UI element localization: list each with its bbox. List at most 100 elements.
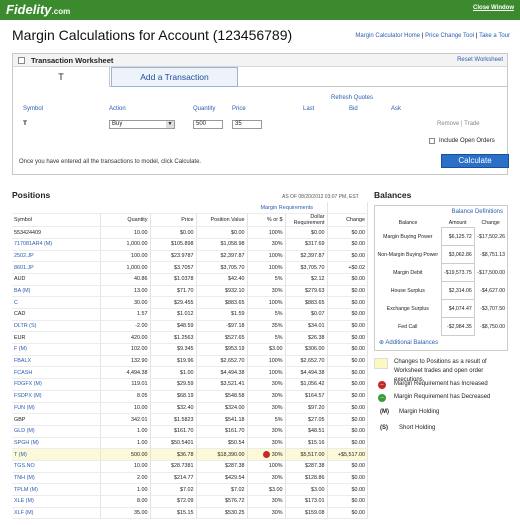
positions-title: Positions bbox=[12, 190, 51, 200]
position-pct: 30% bbox=[247, 238, 286, 251]
reset-worksheet-link[interactable]: Reset Worksheet bbox=[457, 57, 503, 63]
close-window-link[interactable]: Close Window bbox=[473, 5, 514, 11]
position-price: $28.7381 bbox=[150, 460, 197, 473]
table-row: 2502.JP 100.00 $23.9787 $2,397.87 100% $2,397… bbox=[12, 250, 368, 263]
position-value: $548.58 bbox=[196, 390, 248, 403]
position-quantity: 13.00 bbox=[100, 285, 151, 298]
trade-link[interactable]: Trade bbox=[464, 121, 479, 127]
balance-amount: -$19,573.75 bbox=[440, 263, 475, 282]
table-row: TNH (M) 2.00 $214.77 $429.54 30% $128.86 $0.00 bbox=[12, 472, 368, 485]
position-change: $0.00 bbox=[327, 331, 368, 345]
include-open-orders-checkbox[interactable] bbox=[429, 138, 435, 144]
calculate-button[interactable]: Calculate bbox=[441, 154, 509, 168]
position-price: $214.77 bbox=[150, 472, 197, 485]
balance-definitions-link[interactable]: Balance Definitions bbox=[452, 209, 503, 215]
balance-label: Non-Margin Buying Power bbox=[377, 251, 439, 258]
balance-row: Margin Buying Power $6,125.72 -$17,502.26 bbox=[375, 227, 507, 246]
position-change: $0.00 bbox=[327, 472, 368, 485]
quantity-input[interactable]: 500 bbox=[193, 120, 223, 129]
position-dollar-req: $26.38 bbox=[285, 331, 328, 345]
col-symbol: Symbol bbox=[23, 106, 44, 112]
margin-key: (M) bbox=[380, 409, 389, 415]
expand-icon[interactable]: ⊕ bbox=[379, 340, 384, 346]
position-symbol: GBP bbox=[12, 413, 101, 426]
position-quantity: 40.86 bbox=[100, 273, 151, 286]
position-pct: 5% bbox=[247, 308, 286, 321]
col-quantity: Quantity bbox=[193, 106, 216, 112]
table-row: TGS.NO 10.00 $28.7381 $287.38 100% $287.38 $0.… bbox=[12, 460, 368, 473]
position-symbol[interactable]: 717081AR4 (M) bbox=[12, 238, 101, 251]
position-quantity: 132.90 bbox=[100, 355, 151, 368]
col-dollar-req: Dollar Requirement bbox=[285, 213, 328, 228]
position-value: $0.00 bbox=[196, 226, 248, 239]
position-symbol[interactable]: T (M) bbox=[12, 448, 101, 461]
additional-balances-link[interactable]: Additional Balances bbox=[385, 340, 438, 346]
position-change: $0.00 bbox=[327, 390, 368, 403]
position-symbol[interactable]: TGS.NO bbox=[12, 460, 101, 473]
col-price: Price bbox=[232, 106, 246, 112]
position-symbol[interactable]: FUN (M) bbox=[12, 402, 101, 415]
bal-col-balance: Balance bbox=[398, 220, 418, 227]
position-dollar-req: $27.05 bbox=[285, 413, 328, 426]
position-pct: 30% bbox=[247, 507, 286, 520]
position-quantity: 100.00 bbox=[100, 250, 151, 263]
position-change: $0.00 bbox=[327, 483, 368, 496]
tab-add-transaction[interactable]: Add a Transaction bbox=[111, 67, 238, 87]
balance-change: -$17,500.00 bbox=[477, 269, 505, 276]
position-symbol[interactable]: GLD (M) bbox=[12, 425, 101, 438]
position-symbol[interactable]: FCASH bbox=[12, 366, 101, 380]
position-symbol: CAD bbox=[12, 308, 101, 321]
position-dollar-req: $2.12 bbox=[285, 273, 328, 286]
position-dollar-req: $164.57 bbox=[285, 390, 328, 403]
position-pct: 100% bbox=[247, 460, 286, 473]
position-symbol[interactable]: FDGFX (M) bbox=[12, 378, 101, 391]
position-symbol[interactable]: BA (M) bbox=[12, 285, 101, 298]
position-change: $0.00 bbox=[327, 285, 368, 298]
action-select[interactable]: Buy ▼ bbox=[109, 120, 175, 129]
balance-label: Fed Call bbox=[398, 323, 418, 330]
remove-link[interactable]: Remove bbox=[437, 121, 459, 127]
position-symbol[interactable]: FSDPX (M) bbox=[12, 390, 101, 403]
tab-symbol-t[interactable]: T bbox=[13, 67, 110, 87]
position-value: $883.65 bbox=[196, 296, 248, 309]
position-price: $29.455 bbox=[150, 296, 197, 309]
position-symbol[interactable]: F (M) bbox=[12, 343, 101, 356]
position-symbol[interactable]: C bbox=[12, 296, 101, 309]
position-symbol[interactable]: XLE (M) bbox=[12, 495, 101, 508]
table-row: C 30.00 $29.455 $883.65 100% $883.65 $0.00 bbox=[12, 296, 368, 309]
position-symbol[interactable]: SPGH (M) bbox=[12, 437, 101, 450]
position-pct: 100% bbox=[247, 261, 286, 274]
position-pct: 30% bbox=[247, 425, 286, 438]
take-a-tour-link[interactable]: Take a Tour bbox=[479, 33, 510, 39]
col-symbol: Symbol bbox=[12, 213, 101, 228]
collapse-icon[interactable] bbox=[18, 57, 25, 64]
position-symbol[interactable]: 8601.JP bbox=[12, 261, 101, 274]
position-price: $1.012 bbox=[150, 308, 197, 321]
decrease-icon: – bbox=[378, 394, 386, 402]
col-position-value: Position Value bbox=[196, 213, 248, 228]
position-value: $7.02 bbox=[196, 483, 248, 496]
table-row: TPLM (M) 1.00 $7.02 $7.02 $3.00 $3.00 $0.00 bbox=[12, 483, 368, 496]
position-symbol[interactable]: DLTR (S) bbox=[12, 320, 101, 333]
position-symbol[interactable]: 2502.JP bbox=[12, 250, 101, 263]
margin-calculator-home-link[interactable]: Margin Calculator Home bbox=[355, 33, 420, 39]
position-price: $71.70 bbox=[150, 285, 197, 298]
position-value: $4,494.38 bbox=[196, 366, 248, 380]
position-dollar-req: $5,517.00 bbox=[285, 448, 328, 461]
position-symbol[interactable]: FBALX bbox=[12, 355, 101, 368]
position-change: $0.00 bbox=[327, 296, 368, 309]
position-symbol[interactable]: TPLM (M) bbox=[12, 483, 101, 496]
position-quantity: 8.00 bbox=[100, 495, 151, 508]
fidelity-logo[interactable]: Fidelity.com bbox=[6, 2, 70, 17]
short-holding-label: Short Holding bbox=[399, 425, 436, 431]
transaction-worksheet: Transaction Worksheet Reset Worksheet T … bbox=[12, 53, 509, 175]
price-input[interactable]: 35 bbox=[232, 120, 262, 129]
price-change-tool-link[interactable]: Price Change Tool bbox=[425, 33, 474, 39]
refresh-quotes-link[interactable]: Refresh Quotes bbox=[331, 95, 373, 101]
position-price: $15.15 bbox=[150, 507, 197, 520]
position-symbol[interactable]: XLF (M) bbox=[12, 507, 101, 520]
position-change: $0.00 bbox=[327, 366, 368, 380]
position-pct: $3.00 bbox=[247, 483, 286, 496]
position-symbol[interactable]: TNH (M) bbox=[12, 472, 101, 485]
increase-icon: – bbox=[378, 381, 386, 389]
